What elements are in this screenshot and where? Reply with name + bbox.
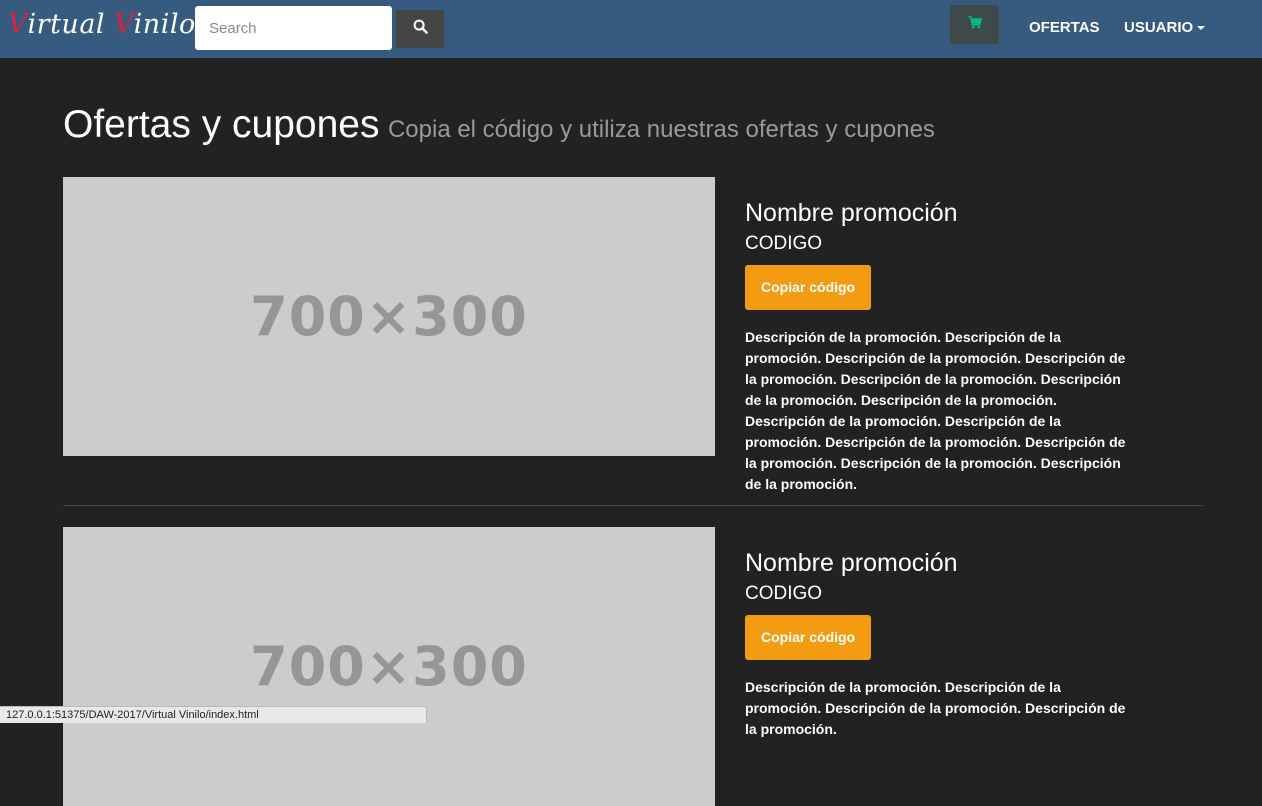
nav-link-ofertas[interactable]: OFERTAS: [1029, 19, 1100, 36]
navbar: Virtual Vinilo OFERTAS USUARIO: [0, 0, 1262, 58]
image-placeholder-label: 700×300: [250, 635, 528, 698]
status-bar-url: 127.0.0.1:51375/DAW-2017/Virtual Vinilo/…: [0, 706, 427, 723]
promotion-code: CODIGO: [745, 233, 823, 254]
brand-letter-v1: V: [8, 9, 28, 40]
search-input[interactable]: [195, 6, 392, 50]
promotion-description: Descripción de la promoción. Descripción…: [745, 329, 1126, 492]
promotion-image: 700×300: [63, 177, 715, 456]
search-button[interactable]: [396, 10, 444, 48]
brand-letter-v2: V: [114, 9, 134, 40]
brand-text-2: inilo: [133, 9, 196, 40]
image-placeholder-label: 700×300: [250, 285, 528, 348]
promotion-name: Nombre promoción: [745, 199, 958, 227]
nav-dropdown-usuario[interactable]: USUARIO: [1124, 19, 1206, 36]
divider: [63, 505, 1203, 506]
nav-usuario-label: USUARIO: [1124, 19, 1194, 36]
promotion-info: Nombre promoción CODIGO Copiar código De…: [745, 547, 1165, 740]
page-title: Ofertas y cupones: [63, 103, 380, 146]
brand-logo[interactable]: Virtual Vinilo: [8, 9, 196, 40]
promotion-description: Descripción de la promoción. Descripción…: [745, 679, 1126, 737]
search-icon: [413, 19, 428, 39]
promotion-card: 700×300 Nombre promoción CODIGO Copiar c…: [63, 177, 1203, 492]
cart-button[interactable]: [950, 5, 999, 44]
promotion-code: CODIGO: [745, 583, 823, 604]
copy-code-button[interactable]: Copiar código: [745, 265, 872, 310]
promotion-image: 700×300: [63, 527, 715, 806]
promotion-card: 700×300 Nombre promoción CODIGO Copiar c…: [63, 527, 1203, 806]
copy-code-button[interactable]: Copiar código: [745, 615, 872, 660]
caret-down-icon: [1197, 26, 1206, 31]
brand-text-1: irtual: [27, 9, 115, 40]
promotion-name: Nombre promoción: [745, 549, 958, 577]
page-header: Ofertas y cupones Copia el código y util…: [63, 103, 935, 147]
cart-icon: [968, 15, 982, 34]
promotion-info: Nombre promoción CODIGO Copiar código De…: [745, 197, 1165, 495]
page-subtitle: Copia el código y utiliza nuestras ofert…: [387, 116, 935, 143]
